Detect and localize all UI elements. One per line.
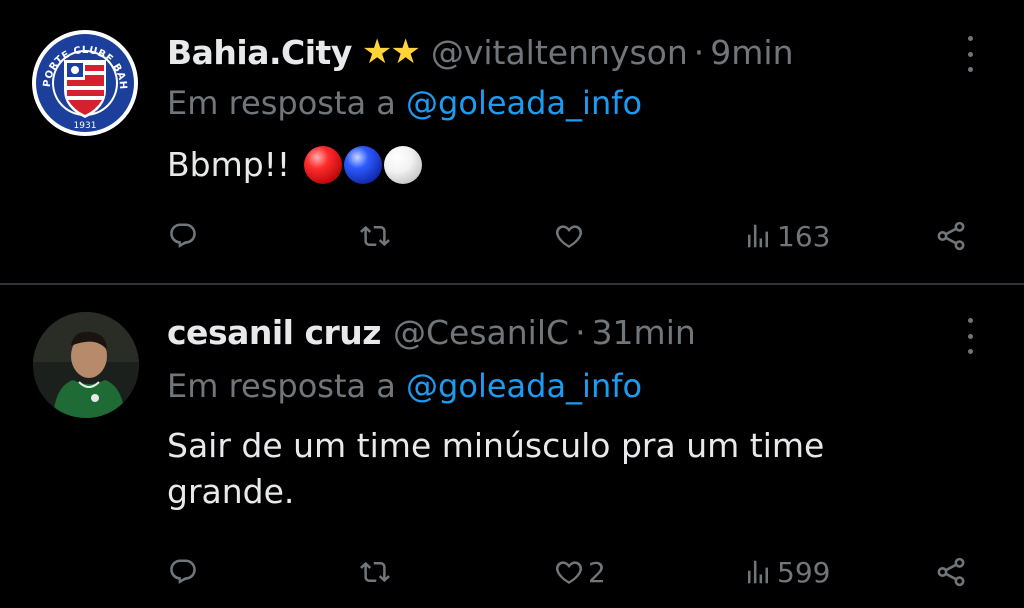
views-button[interactable]: 163 [743, 214, 830, 258]
crest-year: 1931 [74, 121, 97, 131]
more-vertical-icon [967, 36, 973, 41]
more-options-button[interactable] [958, 318, 982, 354]
timestamp[interactable]: 31min [592, 313, 696, 352]
white-circle-emoji [384, 146, 423, 184]
separator: · [575, 312, 586, 352]
like-button[interactable] [554, 214, 588, 258]
views-icon [748, 560, 768, 584]
name-badge: ★★ [361, 32, 421, 72]
reply-context: Em resposta a @goleada_info [167, 84, 642, 122]
retweet-icon [360, 561, 390, 583]
display-name[interactable]: Bahia.City [167, 33, 352, 72]
tweet-text: Bbmp!! [167, 142, 423, 188]
tweet-actions: 163 [0, 214, 1024, 258]
user-handle[interactable]: @CesanilC [393, 313, 569, 352]
tweet-actions: 2 599 [0, 550, 1024, 594]
share-icon [937, 221, 965, 251]
retweet-button[interactable] [360, 214, 394, 258]
profile-photo [33, 312, 139, 418]
views-count: 163 [777, 219, 831, 253]
tweet-header: Bahia.City ★★ @vitaltennyson · 9min [167, 30, 794, 74]
tweet[interactable]: ESPORTE CLUBE BAHIA 1931 Bahia.City ★★ @… [0, 0, 1024, 283]
retweet-icon [360, 225, 390, 247]
more-options-button[interactable] [958, 36, 982, 72]
retweet-button[interactable] [360, 550, 394, 594]
more-vertical-icon [967, 318, 973, 323]
tweet-text-content: Bbmp!! [167, 145, 291, 184]
reply-mention-link[interactable]: @goleada_info [406, 367, 642, 405]
club-crest-logo: ESPORTE CLUBE BAHIA 1931 [32, 30, 137, 135]
tweet-text-line-1: Sair de um time minúsculo pra um time [167, 426, 825, 465]
reply-icon [170, 559, 196, 584]
tweet-text-line-2: grande. [167, 472, 295, 511]
share-button[interactable] [934, 550, 968, 594]
share-icon [937, 557, 965, 587]
user-handle[interactable]: @vitaltennyson [431, 33, 688, 72]
heart-icon [555, 225, 583, 248]
views-icon [748, 224, 768, 248]
avatar[interactable]: ESPORTE CLUBE BAHIA 1931 [32, 30, 138, 136]
reply-button[interactable] [168, 550, 202, 594]
share-button[interactable] [934, 214, 968, 258]
heart-icon [555, 561, 583, 584]
reply-prefix: Em resposta a [167, 84, 396, 122]
tweet-text: Sair de um time minúsculo pra um time gr… [167, 423, 824, 515]
reply-prefix: Em resposta a [167, 367, 396, 405]
display-name[interactable]: cesanil cruz [167, 313, 382, 352]
reply-mention-link[interactable]: @goleada_info [406, 84, 642, 122]
separator: · [693, 32, 705, 72]
tweet[interactable]: cesanil cruz @CesanilC · 31min Em respos… [0, 285, 1024, 608]
views-button[interactable]: 599 [743, 550, 830, 594]
blue-circle-emoji [344, 146, 383, 184]
like-count: 2 [588, 555, 606, 589]
views-count: 599 [777, 555, 831, 589]
timestamp[interactable]: 9min [710, 33, 793, 72]
reply-icon [170, 223, 196, 248]
reply-context: Em resposta a @goleada_info [167, 367, 642, 405]
like-button[interactable]: 2 [554, 550, 606, 594]
tweet-header: cesanil cruz @CesanilC · 31min [167, 310, 696, 354]
red-circle-emoji [304, 146, 343, 184]
reply-button[interactable] [168, 214, 202, 258]
avatar[interactable] [33, 312, 139, 418]
